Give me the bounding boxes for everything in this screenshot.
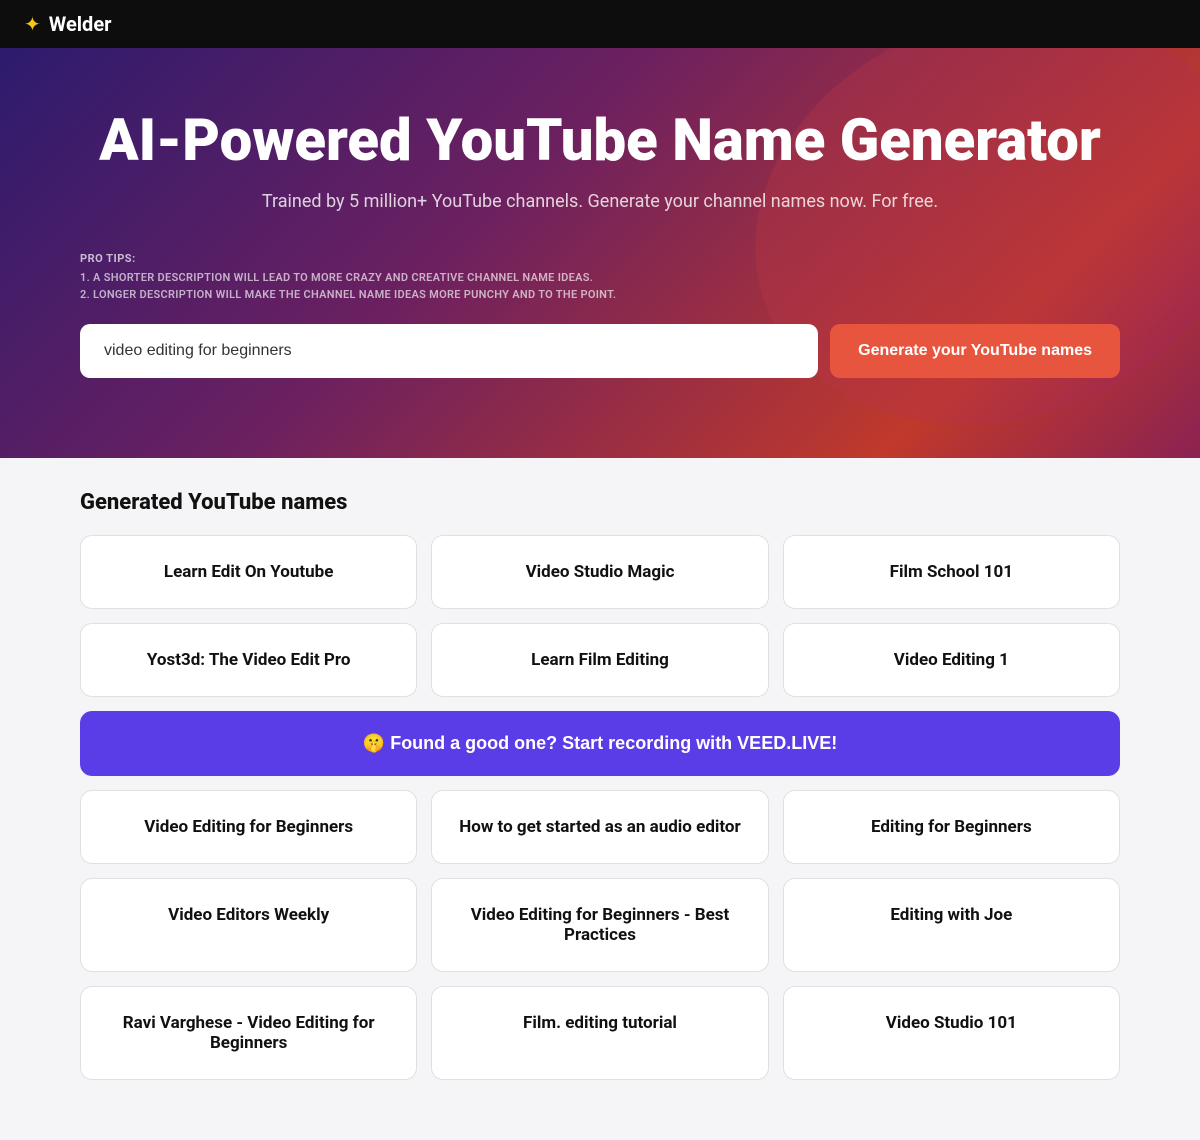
search-input[interactable]	[80, 324, 818, 378]
promo-banner[interactable]: 🤫 Found a good one? Start recording with…	[80, 711, 1120, 776]
name-card[interactable]: Ravi Varghese - Video Editing for Beginn…	[80, 986, 417, 1080]
logo: ✦ Welder	[24, 12, 111, 36]
name-card[interactable]: Editing for Beginners	[783, 790, 1120, 864]
logo-text: Welder	[49, 12, 112, 36]
pro-tips: PRO TIPS: 1. A SHORTER DESCRIPTION WILL …	[80, 252, 1120, 304]
results-section: Generated YouTube names Learn Edit On Yo…	[0, 458, 1200, 1140]
header: ✦ Welder	[0, 0, 1200, 48]
name-card[interactable]: Video Studio Magic	[431, 535, 768, 609]
name-card[interactable]: Video Editing for Beginners	[80, 790, 417, 864]
name-card[interactable]: Film. editing tutorial	[431, 986, 768, 1080]
logo-icon: ✦	[24, 12, 41, 36]
name-card[interactable]: Learn Edit On Youtube	[80, 535, 417, 609]
name-card[interactable]: Yost3d: The Video Edit Pro	[80, 623, 417, 697]
pro-tip-2: 2. LONGER DESCRIPTION WILL MAKE THE CHAN…	[80, 286, 1120, 304]
name-card[interactable]: Video Editing for Beginners - Best Pract…	[431, 878, 768, 972]
hero-title: AI-Powered YouTube Name Generator	[80, 108, 1120, 175]
hero-subtitle: Trained by 5 million+ YouTube channels. …	[80, 191, 1120, 212]
names-grid: Learn Edit On YoutubeVideo Studio MagicF…	[80, 535, 1120, 1080]
pro-tip-1: 1. A SHORTER DESCRIPTION WILL LEAD TO MO…	[80, 269, 1120, 287]
hero-section: AI-Powered YouTube Name Generator Traine…	[0, 48, 1200, 458]
results-title: Generated YouTube names	[80, 490, 1120, 515]
name-card[interactable]: Video Editors Weekly	[80, 878, 417, 972]
name-card[interactable]: Learn Film Editing	[431, 623, 768, 697]
name-card[interactable]: Film School 101	[783, 535, 1120, 609]
name-card[interactable]: Video Studio 101	[783, 986, 1120, 1080]
pro-tips-label: PRO TIPS:	[80, 252, 1120, 265]
generate-button[interactable]: Generate your YouTube names	[830, 324, 1120, 378]
search-row: Generate your YouTube names	[80, 324, 1120, 378]
name-card[interactable]: Editing with Joe	[783, 878, 1120, 972]
name-card[interactable]: How to get started as an audio editor	[431, 790, 768, 864]
name-card[interactable]: Video Editing 1	[783, 623, 1120, 697]
